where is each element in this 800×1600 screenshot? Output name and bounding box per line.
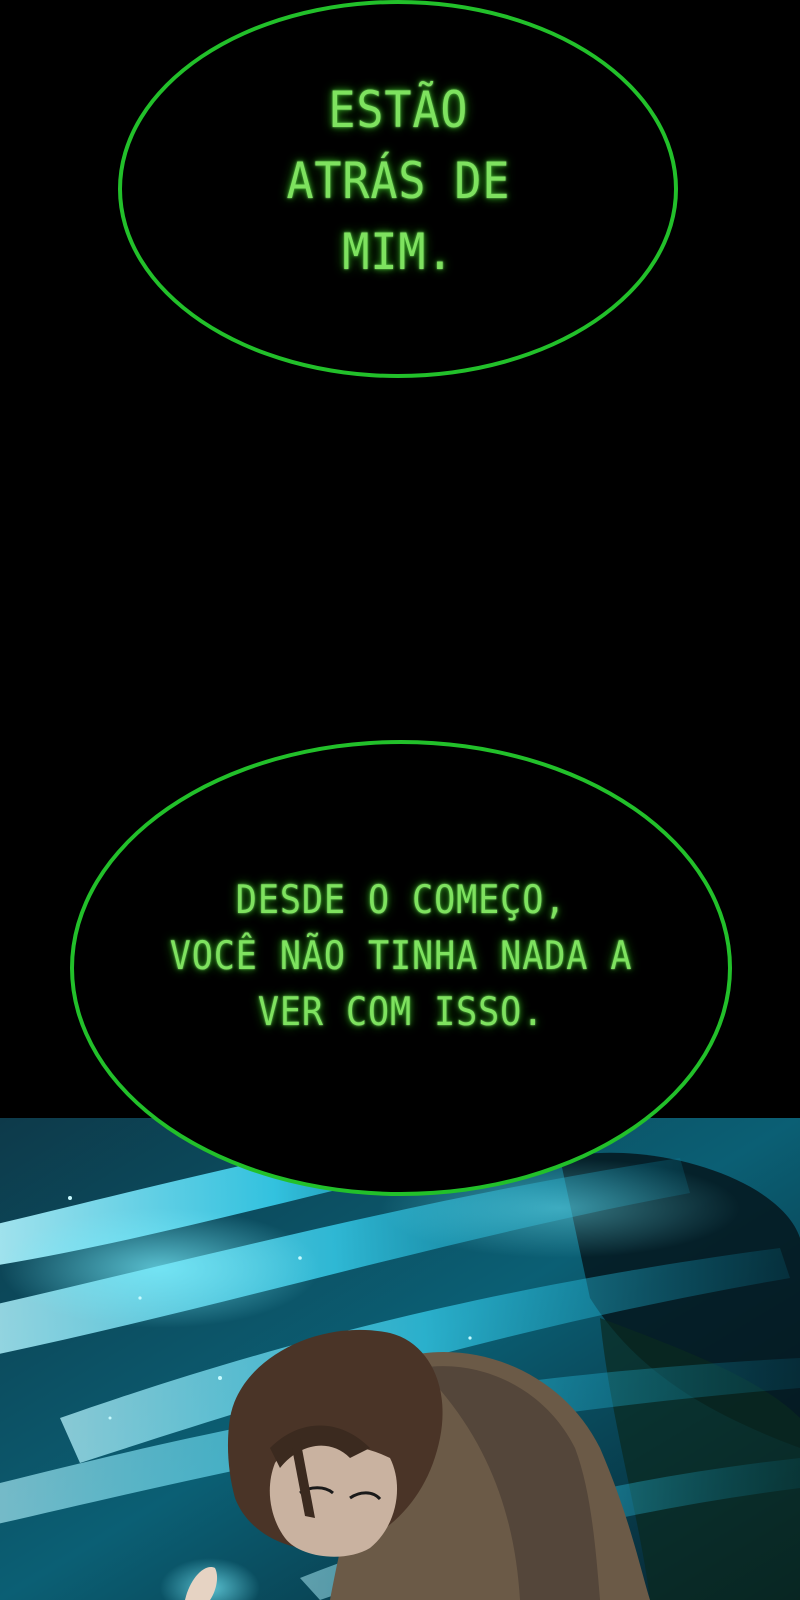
- speech-bubble-top-text: ESTÃO ATRÁS DE MIM.: [286, 80, 510, 281]
- speech-bubble-bottom-text: DESDE O COMEÇO, VOCÊ NÃO TINHA NADA A VE…: [169, 878, 633, 1035]
- comic-page: ESTÃO ATRÁS DE MIM. DESDE O COMEÇO, VOCÊ…: [0, 0, 800, 1600]
- speech-bubble-top: ESTÃO ATRÁS DE MIM.: [118, 0, 678, 378]
- speech-bubble-bottom: DESDE O COMEÇO, VOCÊ NÃO TINHA NADA A VE…: [70, 740, 732, 1196]
